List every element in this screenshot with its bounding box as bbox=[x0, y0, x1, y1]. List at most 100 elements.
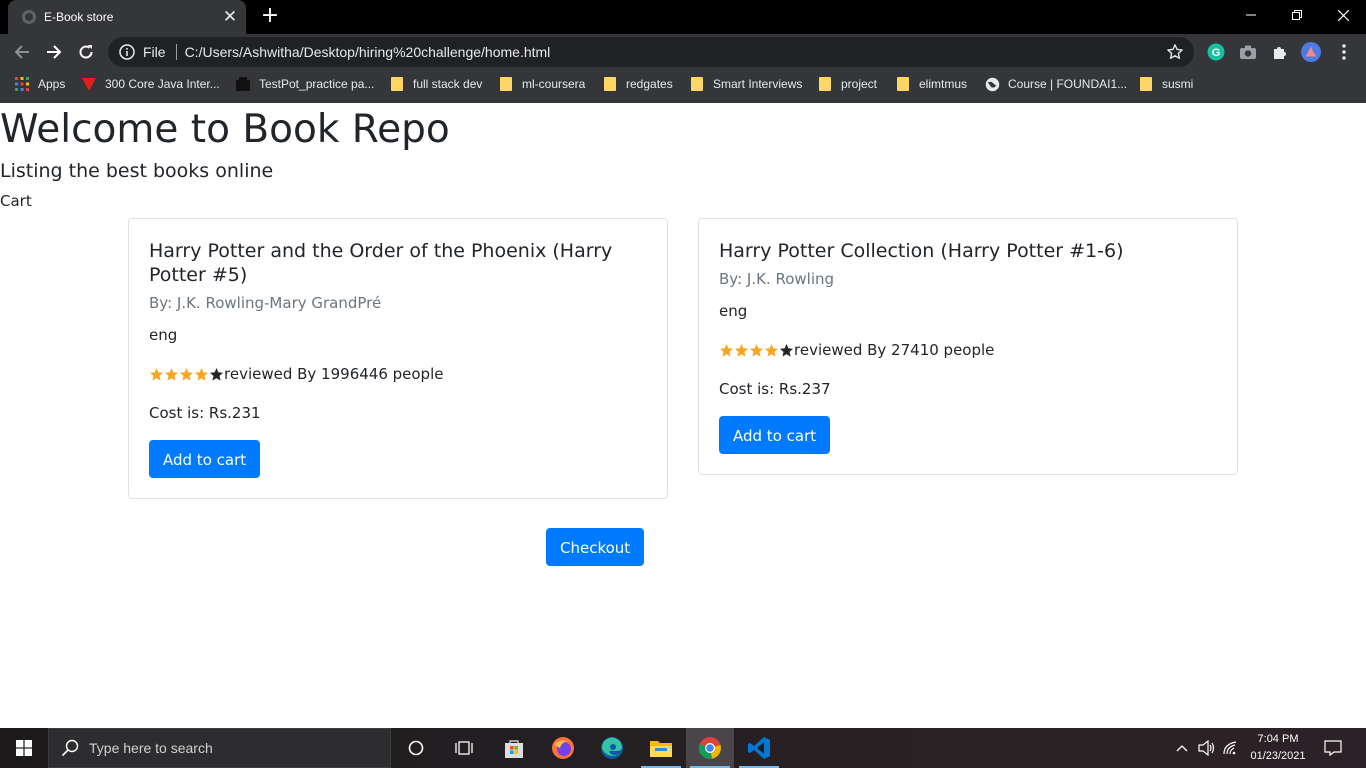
show-hidden-icons-button[interactable] bbox=[1172, 728, 1192, 768]
filled-star-icon bbox=[194, 367, 209, 382]
star-rating bbox=[149, 367, 224, 382]
info-icon[interactable] bbox=[119, 44, 135, 60]
globe-icon bbox=[984, 76, 1000, 92]
bookmark-ml-coursera[interactable]: ml-coursera bbox=[498, 70, 585, 98]
volume-button[interactable] bbox=[1196, 728, 1218, 768]
task-view-button[interactable] bbox=[440, 728, 488, 768]
cart-link[interactable]: Cart bbox=[0, 192, 32, 210]
bookmark-susmi[interactable]: susmi bbox=[1138, 70, 1193, 98]
system-clock[interactable]: 7:04 PM 01/23/2021 bbox=[1240, 731, 1316, 765]
globe-icon bbox=[21, 9, 37, 25]
page-title: Welcome to Book Repo bbox=[0, 107, 450, 152]
firefox-app-button[interactable] bbox=[539, 728, 587, 768]
book-cost: Cost is: Rs.237 bbox=[719, 380, 831, 398]
vscode-icon bbox=[748, 737, 770, 759]
chrome-app-button[interactable] bbox=[686, 728, 734, 768]
network-button[interactable] bbox=[1220, 728, 1242, 768]
bookmark-smart-interviews[interactable]: Smart Interviews bbox=[689, 70, 802, 98]
grammarly-extension-icon[interactable]: G bbox=[1206, 42, 1226, 62]
browser-tab[interactable]: E-Book store ✕ bbox=[8, 0, 246, 34]
folder-icon bbox=[1138, 76, 1154, 92]
bookmark-label: 300 Core Java Inter... bbox=[105, 77, 220, 91]
clock-time: 7:04 PM bbox=[1257, 733, 1299, 745]
bookmark-label: redgates bbox=[626, 77, 673, 91]
filled-star-icon bbox=[719, 343, 734, 358]
folder-icon bbox=[498, 76, 514, 92]
folder-icon bbox=[389, 76, 405, 92]
close-window-button[interactable] bbox=[1320, 0, 1366, 30]
filled-star-icon bbox=[764, 343, 779, 358]
red-v-icon bbox=[81, 76, 97, 92]
notification-icon bbox=[1324, 740, 1342, 756]
file-explorer-app-button[interactable] bbox=[637, 728, 685, 768]
book-rating: reviewed By 1996446 people bbox=[149, 363, 647, 385]
book-title: Harry Potter Collection (Harry Potter #1… bbox=[719, 240, 1124, 262]
book-card: Harry Potter and the Order of the Phoeni… bbox=[128, 218, 668, 499]
bookmark-apps[interactable]: Apps bbox=[14, 70, 65, 98]
bookmark-label: project bbox=[841, 77, 878, 91]
empty-star-icon bbox=[779, 343, 794, 358]
book-title: Harry Potter and the Order of the Phoeni… bbox=[149, 240, 613, 286]
camera-extension-icon[interactable] bbox=[1238, 42, 1258, 62]
edge-app-button[interactable] bbox=[588, 728, 636, 768]
close-tab-icon[interactable]: ✕ bbox=[218, 8, 242, 26]
task-view-icon bbox=[455, 741, 473, 755]
bookmark-core-java[interactable]: 300 Core Java Inter... bbox=[81, 70, 220, 98]
review-count: reviewed By 27410 people bbox=[794, 341, 995, 359]
new-tab-button[interactable]: + bbox=[258, 5, 282, 29]
profile-avatar[interactable] bbox=[1301, 42, 1321, 62]
scheme-label: File bbox=[143, 44, 166, 60]
bookmark-label: Smart Interviews bbox=[713, 77, 803, 91]
checkout-button[interactable]: Checkout bbox=[546, 528, 645, 566]
microsoft-store-icon bbox=[505, 740, 523, 758]
folder-icon bbox=[895, 76, 911, 92]
back-arrow-icon bbox=[14, 45, 29, 59]
back-button[interactable] bbox=[10, 40, 34, 64]
restore-icon bbox=[1292, 10, 1302, 20]
bookmark-redgates[interactable]: redgates bbox=[602, 70, 673, 98]
chrome-menu-icon[interactable] bbox=[1334, 42, 1354, 62]
address-bar[interactable]: File C:/Users/Ashwitha/Desktop/hiring%20… bbox=[108, 37, 1194, 67]
filled-star-icon bbox=[734, 343, 749, 358]
black-box-icon bbox=[235, 76, 251, 92]
empty-star-icon bbox=[209, 367, 224, 382]
minimize-icon bbox=[1246, 14, 1256, 16]
action-center-button[interactable] bbox=[1320, 728, 1346, 768]
close-icon bbox=[1337, 9, 1349, 21]
filled-star-icon bbox=[164, 367, 179, 382]
bookmark-elimtmus[interactable]: elimtmus bbox=[895, 70, 967, 98]
bookmark-label: TestPot_practice pa... bbox=[259, 77, 375, 91]
chrome-icon bbox=[698, 737, 721, 760]
folder-icon bbox=[689, 76, 705, 92]
bookmark-project[interactable]: project bbox=[817, 70, 877, 98]
minimize-button[interactable] bbox=[1228, 0, 1274, 30]
bookmark-full-stack-dev[interactable]: full stack dev bbox=[389, 70, 482, 98]
filled-star-icon bbox=[149, 367, 164, 382]
book-cost: Cost is: Rs.231 bbox=[149, 404, 261, 422]
cortana-circle-icon bbox=[408, 740, 424, 756]
tab-title: E-Book store bbox=[44, 10, 114, 24]
wifi-icon bbox=[1223, 741, 1237, 755]
start-button[interactable] bbox=[0, 728, 48, 768]
add-to-cart-button[interactable]: Add to cart bbox=[719, 416, 831, 454]
bookmark-star-icon[interactable] bbox=[1166, 43, 1184, 61]
restore-button[interactable] bbox=[1274, 0, 1320, 30]
forward-button[interactable] bbox=[42, 40, 66, 64]
cortana-button[interactable] bbox=[392, 728, 440, 768]
bookmarks-bar: Apps 300 Core Java Inter... TestPot_prac… bbox=[0, 70, 1366, 103]
chevron-up-icon bbox=[1176, 745, 1188, 752]
book-language: eng bbox=[149, 326, 178, 344]
vscode-app-button[interactable] bbox=[735, 728, 783, 768]
speaker-icon bbox=[1198, 740, 1215, 756]
windows-logo-icon bbox=[16, 740, 32, 756]
reload-button[interactable] bbox=[74, 40, 98, 64]
add-to-cart-button[interactable]: Add to cart bbox=[149, 440, 261, 478]
taskbar-search-box[interactable]: Type here to search bbox=[48, 728, 391, 768]
url-text[interactable]: C:/Users/Ashwitha/Desktop/hiring%20chall… bbox=[185, 44, 1166, 60]
extensions-puzzle-icon[interactable] bbox=[1270, 42, 1290, 62]
bookmark-testpot[interactable]: TestPot_practice pa... bbox=[235, 70, 374, 98]
store-app-button[interactable] bbox=[490, 728, 538, 768]
bookmark-label: full stack dev bbox=[413, 77, 483, 91]
file-explorer-icon bbox=[650, 741, 672, 757]
bookmark-course-foundai[interactable]: Course | FOUNDAI1... bbox=[984, 70, 1127, 98]
